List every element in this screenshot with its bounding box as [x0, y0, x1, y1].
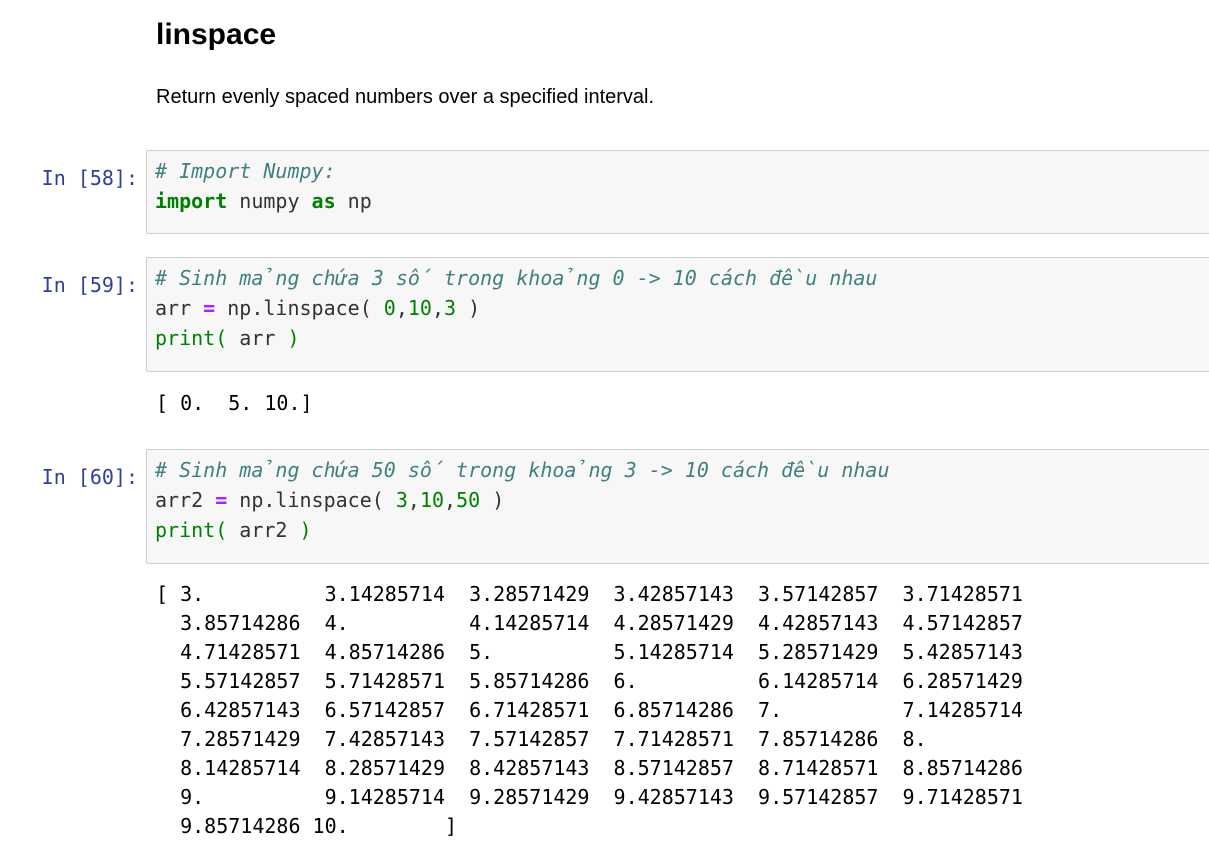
cell-59-print-kw: print(	[155, 326, 228, 350]
markdown-heading: linspace	[156, 18, 277, 51]
cell-59-var: arr	[155, 296, 204, 320]
cell-58-input[interactable]: # Import Numpy: import numpy as np	[146, 150, 1209, 234]
cell-58-prompt: In [58]:	[41, 166, 138, 190]
cell-60-print-kw: print(	[155, 518, 228, 542]
cell-60-print-arg: arr2	[227, 518, 300, 542]
cell-59-close: )	[456, 296, 481, 320]
output-line: 8.14285714 8.28571429 8.42857143 8.57142…	[156, 756, 1023, 780]
cell-59-arg1: 0	[383, 296, 396, 320]
output-line: 4.71428571 4.85714286 5. 5.14285714 5.28…	[156, 640, 1023, 664]
cell-58-comment: # Import Numpy:	[155, 159, 336, 183]
cell-58-import-kw: import	[155, 189, 228, 213]
cell-60-arg1: 3	[395, 488, 408, 512]
cell-59-comment: # Sinh mảng chứa 3 số trong khoảng 0 -> …	[155, 266, 878, 290]
markdown-paragraph: Return evenly spaced numbers over a spec…	[156, 86, 655, 108]
output-line: 6.42857143 6.57142857 6.71428571 6.85714…	[156, 698, 1023, 722]
cell-59-input[interactable]: # Sinh mảng chứa 3 số trong khoảng 0 -> …	[146, 257, 1209, 372]
cell-60-comment: # Sinh mảng chứa 50 số trong khoảng 3 ->…	[155, 458, 890, 482]
output-line: 3.85714286 4. 4.14285714 4.28571429 4.42…	[156, 611, 1023, 635]
cell-60-prompt: In [60]:	[41, 465, 138, 489]
cell-60-print-close: )	[299, 518, 312, 542]
output-line: [ 3. 3.14285714 3.28571429 3.42857143 3.…	[156, 582, 1023, 606]
cell-60-call: np.linspace(	[227, 488, 396, 512]
cell-59-arg3: 3	[444, 296, 457, 320]
output-line: 9.85714286 10. ]	[156, 814, 458, 838]
cell-58-as-kw: as	[311, 189, 336, 213]
cell-60-var: arr2	[155, 488, 216, 512]
cell-59-print-arg: arr	[227, 326, 288, 350]
cell-60-arg2: 10	[419, 488, 445, 512]
cell-60-close: )	[480, 488, 505, 512]
cell-60-input[interactable]: # Sinh mảng chứa 50 số trong khoảng 3 ->…	[146, 449, 1209, 564]
cell-59-call: np.linspace(	[215, 296, 384, 320]
output-line: 9. 9.14285714 9.28571429 9.42857143 9.57…	[156, 785, 1023, 809]
cell-59-prompt: In [59]:	[41, 273, 138, 297]
cell-58-module: numpy	[227, 189, 312, 213]
output-line: 5.57142857 5.71428571 5.85714286 6. 6.14…	[156, 669, 1023, 693]
cell-59-arg2: 10	[407, 296, 432, 320]
cell-59-print-close: )	[287, 326, 300, 350]
cell-58-alias: np	[335, 189, 372, 213]
cell-60-eq: =	[215, 488, 228, 512]
cell-59-eq: =	[203, 296, 216, 320]
output-line: 7.28571429 7.42857143 7.57142857 7.71428…	[156, 727, 927, 751]
cell-60-arg3: 50	[456, 488, 481, 512]
cell-59-output: [ 0. 5. 10.]	[156, 391, 313, 415]
cell-60-output: [ 3. 3.14285714 3.28571429 3.42857143 3.…	[156, 580, 1023, 841]
